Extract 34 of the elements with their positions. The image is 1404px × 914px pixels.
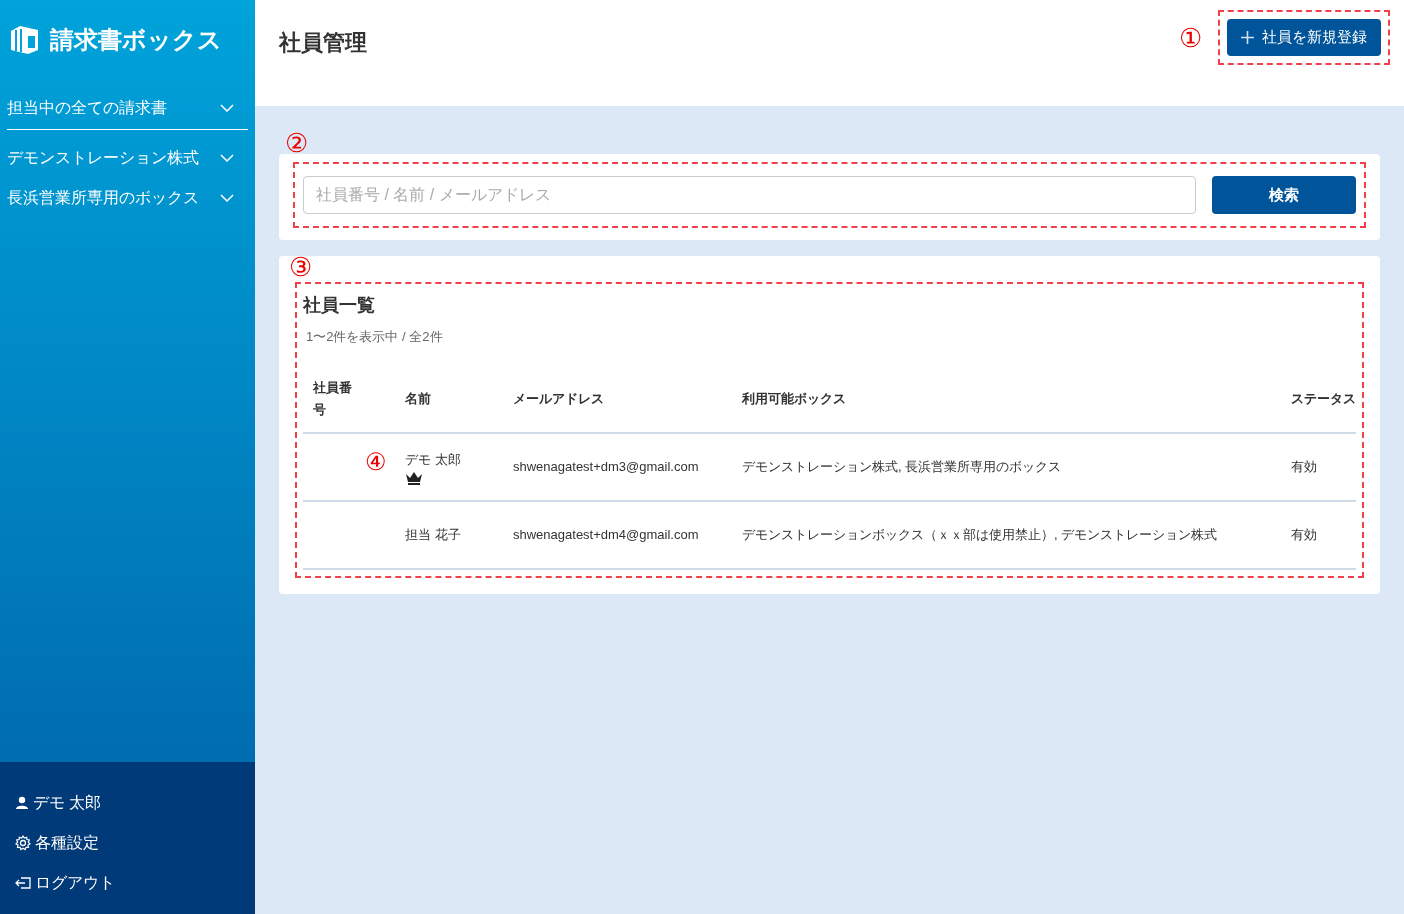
settings-link[interactable]: 各種設定 [15,832,255,854]
table-cell: デモンストレーション株式, 長浜営業所専用のボックス [742,458,1062,474]
annotation-number: ③ [289,254,312,280]
annotation-number: ① [1179,24,1202,51]
chevron-down-icon [220,154,234,162]
search-button[interactable]: 検索 [1212,176,1356,214]
app-logo: 請求書ボックス [50,25,222,55]
table-cell: 有効 [1291,458,1317,474]
table-cell: 有効 [1291,526,1317,542]
table-cell: デモンストレーションボックス（ｘｘ部は使用禁止）, デモンストレーション株式 [742,526,1218,542]
list-title: 社員一覧 [303,294,376,317]
logout-icon [15,876,31,890]
column-header: ステータス [1281,366,1356,433]
table-cell: shwenagatest+dm4@gmail.com [513,526,699,542]
table-cell: shwenagatest+dm3@gmail.com [513,458,699,474]
column-header: 利用可能ボックス [732,366,1281,433]
employee-name: デモ 太郎 [405,450,462,469]
logout-link[interactable]: ログアウト [15,872,255,894]
result-count: 1〜2件を表示中 / 全2件 [305,328,444,346]
user-link[interactable]: デモ 太郎 [15,792,255,814]
column-header: 名前 [395,366,503,433]
column-header: メールアドレス [503,366,732,433]
settings-icon [15,835,31,851]
person-icon [15,796,29,810]
plus-icon [1241,31,1254,44]
add-employee-button[interactable]: 社員を新規登録 [1227,19,1381,56]
search-field[interactable]: 社員番号 / 名前 / メールアドレス [303,176,1196,214]
chevron-down-icon [220,194,234,202]
annotation-number: ② [285,130,308,156]
chevron-down-icon [220,103,234,112]
annotation-number: ④ [365,449,387,474]
column-header: 社員番号 [303,366,395,433]
page-title: 社員管理 [279,29,367,57]
employee-name: 担当 花子 [405,525,462,544]
